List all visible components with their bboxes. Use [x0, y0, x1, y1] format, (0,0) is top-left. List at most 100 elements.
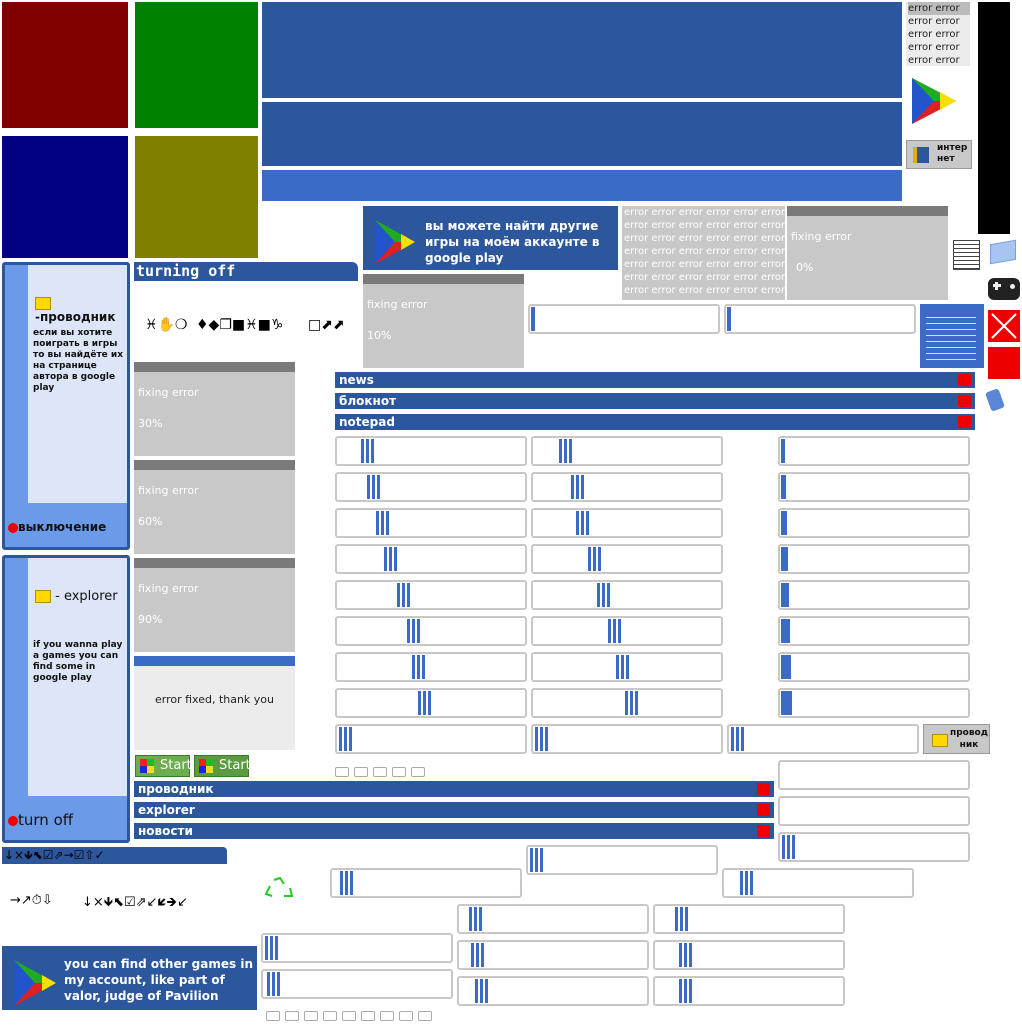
- play-banner-ru-text: вы можете найти другие игры на моём акка…: [425, 219, 600, 265]
- progress-bar-scatter-7: [457, 940, 649, 970]
- power-icon: [8, 522, 18, 533]
- notepad-icon[interactable]: [920, 304, 984, 368]
- window-titlebar-explorer-ru[interactable]: проводник: [134, 781, 774, 797]
- error-list: error error error error error error erro…: [906, 2, 970, 66]
- tile-olive[interactable]: [135, 136, 258, 258]
- progress-bar-row9-2: [531, 724, 723, 754]
- tile-navy[interactable]: [2, 136, 128, 258]
- error-list-item: error error: [908, 55, 960, 66]
- progress-bar: [335, 508, 527, 538]
- progress-bar: [778, 616, 970, 646]
- folder-icon: [35, 590, 51, 603]
- turning-off-title: turning off: [136, 262, 236, 280]
- wingdings-text-3: □⬈⬈: [308, 317, 345, 333]
- gamepad-icon[interactable]: [988, 278, 1020, 300]
- fixing-label: fixing error: [138, 484, 199, 497]
- start-label: Start: [160, 758, 192, 773]
- error-fixed-panel: error fixed, thank you: [134, 656, 295, 750]
- recycle-icon[interactable]: [264, 876, 296, 900]
- progress-bar: [335, 652, 527, 682]
- menu-explorer-item[interactable]: - explorer: [51, 589, 118, 604]
- error-grid-line: error error error error error error: [624, 220, 785, 231]
- progress-bar-scatter-2: [330, 868, 522, 898]
- top-band-1: [262, 2, 902, 98]
- internet-button[interactable]: интер нет: [906, 140, 972, 169]
- step-icons-row-bottom: [266, 1006, 437, 1025]
- close-button[interactable]: [757, 825, 770, 837]
- close-button[interactable]: [958, 374, 971, 386]
- progress-bar: [335, 580, 527, 610]
- shutdown-button[interactable]: turn off: [18, 811, 73, 829]
- close-button[interactable]: [958, 395, 971, 407]
- internet-label-1: интер: [937, 143, 968, 153]
- window-title: news: [339, 373, 374, 387]
- progress-bar: [335, 616, 527, 646]
- red-square-icon[interactable]: [988, 347, 1020, 379]
- progress-bar: [531, 436, 723, 466]
- progress-bar: [778, 580, 970, 610]
- progress-bar: [335, 688, 527, 718]
- close-x-icon[interactable]: [988, 310, 1020, 342]
- folder-icon: [35, 297, 51, 310]
- progress-bar: [778, 544, 970, 574]
- window-title: проводник: [138, 782, 214, 796]
- progress-bar-side-1: [778, 760, 970, 790]
- progress-bar-row9-1: [335, 724, 527, 754]
- close-button[interactable]: [958, 416, 971, 428]
- fixing-panel-30: fixing error 30%: [134, 362, 295, 456]
- error-grid-line: error error error error error error: [624, 272, 785, 283]
- play-banner-ru[interactable]: вы можете найти другие игры на моём акка…: [363, 206, 618, 270]
- windows-logo-icon: [199, 759, 213, 773]
- wingdings-text-1: ♓✋❍: [145, 317, 188, 333]
- progress-bar: [531, 472, 723, 502]
- black-side-bar: [978, 2, 1010, 234]
- arrows-row-a: →↗⏱⇩: [10, 893, 53, 908]
- play-store-icon[interactable]: [910, 76, 958, 126]
- fixing-value: 30%: [138, 417, 163, 430]
- progress-bar: [335, 472, 527, 502]
- fixing-value: 0%: [796, 261, 814, 274]
- play-banner-en[interactable]: you can find other games in my account, …: [2, 946, 257, 1010]
- fixing-label: fixing error: [791, 230, 852, 243]
- wingdings-text-2: ♦◆❐■♓■♑: [196, 317, 284, 333]
- document-icon[interactable]: [953, 240, 980, 270]
- internet-label-2: нет: [937, 154, 955, 164]
- progress-bar: [335, 436, 527, 466]
- close-button[interactable]: [757, 804, 770, 816]
- progress-bar-scatter-11: [653, 976, 845, 1006]
- fixing-panel-10: fixing error 10%: [363, 274, 524, 368]
- window-titlebar-notepad-ru[interactable]: блокнот: [335, 393, 975, 409]
- start-button-2[interactable]: Start: [194, 755, 251, 777]
- turning-off-titlebar: turning off: [134, 262, 358, 281]
- shutdown-button[interactable]: выключение: [18, 520, 106, 534]
- menu-info-text: if you wanna play a games you can find s…: [33, 640, 123, 683]
- windows-icon[interactable]: [990, 239, 1016, 265]
- top-band-3: [262, 170, 902, 201]
- start-menu-ru: -проводник если вы хотите поиграть в игр…: [2, 262, 130, 550]
- progress-bar-scatter-1: [526, 845, 718, 875]
- error-grid: error error error error error error erro…: [622, 206, 785, 300]
- window-titlebar-news-ru[interactable]: новости: [134, 823, 774, 839]
- menu-explorer-item[interactable]: -проводник: [35, 310, 115, 324]
- progress-bar: [778, 508, 970, 538]
- progress-bar-row9-3: [727, 724, 919, 754]
- progress-bar: [531, 616, 723, 646]
- fixing-label: fixing error: [138, 386, 199, 399]
- progress-bar: [778, 652, 970, 682]
- menu-info-text: если вы хотите поиграть в игры то вы най…: [33, 328, 124, 393]
- progress-bar-scatter-6: [261, 933, 453, 963]
- tile-green[interactable]: [135, 2, 258, 128]
- close-button[interactable]: [757, 783, 770, 795]
- window-titlebar-news[interactable]: news: [335, 372, 975, 388]
- window-titlebar-explorer[interactable]: explorer: [134, 802, 774, 818]
- window-titlebar-notepad[interactable]: notepad: [335, 414, 975, 430]
- folder-icon: [932, 734, 948, 747]
- progress-bar: [778, 688, 970, 718]
- start-button-1[interactable]: Start: [135, 755, 192, 777]
- tile-red[interactable]: [2, 2, 128, 128]
- arrows-header: ↓×🡻⬉☑⇗→☑⇧✓: [2, 847, 227, 864]
- error-list-item: error error: [908, 42, 960, 53]
- explorer-button[interactable]: провод ник: [923, 724, 990, 754]
- window-title: блокнот: [339, 394, 397, 408]
- window-title: explorer: [138, 803, 195, 817]
